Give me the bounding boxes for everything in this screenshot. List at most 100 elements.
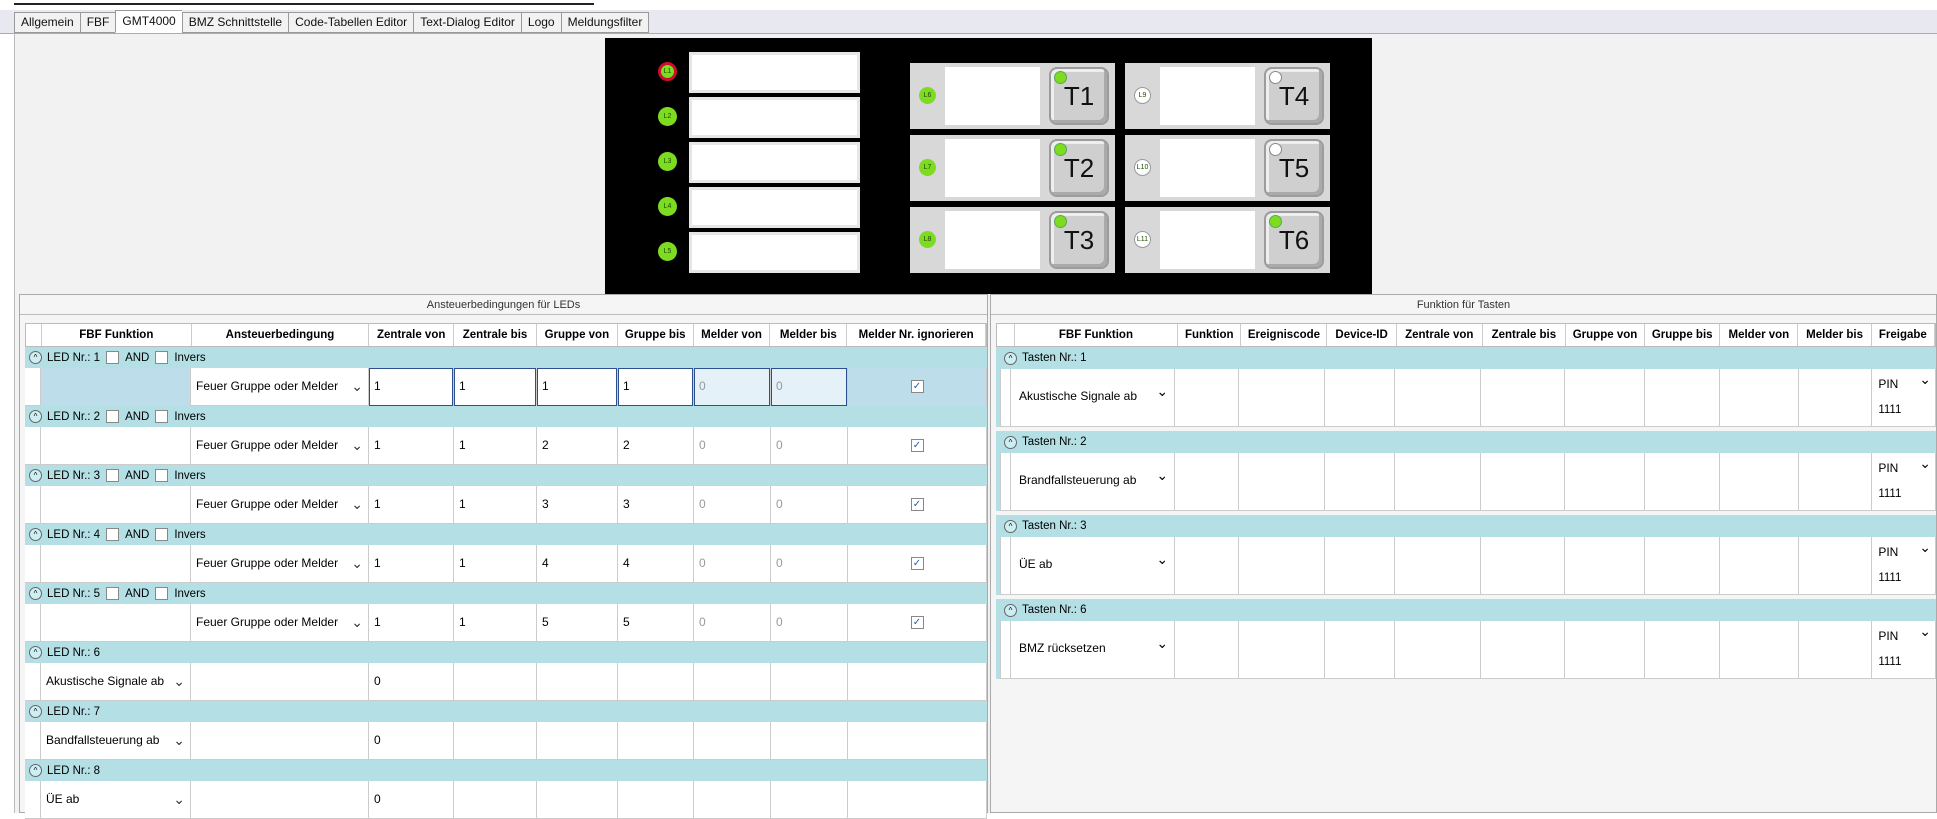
value-field[interactable] (1395, 537, 1482, 595)
freigabe-cell[interactable]: PIN ⌄ 1111 (1872, 537, 1936, 595)
fbf-function-select[interactable] (41, 486, 191, 524)
column-header[interactable]: Ansteuerbedingung (192, 324, 370, 346)
fbf-function-select[interactable] (41, 604, 191, 642)
value-field[interactable] (1481, 369, 1565, 427)
column-header[interactable]: Melder Nr. ignorieren (847, 324, 986, 346)
and-checkbox[interactable] (106, 587, 120, 600)
value-field[interactable] (1175, 621, 1239, 679)
tab-meldungsfilter[interactable]: Meldungsfilter (560, 12, 650, 33)
column-header[interactable]: Gruppe bis (618, 324, 694, 346)
value-field[interactable] (1325, 453, 1395, 511)
column-header[interactable]: Zentrale bis (1483, 324, 1566, 346)
value-field-mb[interactable]: 0 (771, 427, 848, 465)
fbf-function-select[interactable]: Bandfallsteuerung ab ⌄ (41, 722, 191, 760)
tab-logo[interactable]: Logo (520, 12, 561, 33)
value-field-mb[interactable]: 0 (771, 604, 848, 642)
fbf-function-select[interactable]: Brandfallsteuerung ab ⌄ (1011, 453, 1176, 511)
value-field-zb[interactable] (454, 722, 537, 760)
collapse-icon[interactable]: ^ (29, 351, 42, 364)
value-field-zv[interactable]: 0 (369, 663, 454, 701)
value-field[interactable] (1799, 537, 1873, 595)
ignore-melder-checkbox[interactable]: ✓ (910, 498, 924, 512)
ignore-checkbox-cell[interactable] (848, 663, 987, 701)
invers-checkbox[interactable] (155, 528, 169, 541)
column-header[interactable]: Funktion (1178, 324, 1242, 346)
column-header[interactable]: Melder von (694, 324, 771, 346)
fbf-function-select[interactable]: ÜE ab ⌄ (41, 781, 191, 819)
freigabe-select-value[interactable]: PIN (1878, 629, 1898, 643)
value-field-mv[interactable]: 0 (694, 545, 771, 583)
ignore-checkbox-cell[interactable]: ✓ (848, 368, 987, 406)
value-field[interactable] (1325, 621, 1395, 679)
tab-code-tabellen-editor[interactable]: Code-Tabellen Editor (288, 12, 414, 33)
freigabe-cell[interactable]: PIN ⌄ 1111 (1872, 369, 1936, 427)
and-checkbox[interactable] (106, 528, 120, 541)
value-field[interactable] (1565, 453, 1645, 511)
value-field-zb[interactable]: 1 (454, 427, 537, 465)
value-field-zb[interactable]: 1 (454, 486, 537, 524)
value-field[interactable] (1645, 621, 1721, 679)
value-field[interactable] (1481, 453, 1565, 511)
value-field-gb[interactable]: 5 (618, 604, 694, 642)
value-field[interactable] (1175, 369, 1239, 427)
tab-fbf[interactable]: FBF (79, 12, 116, 33)
value-field-gb[interactable] (618, 781, 694, 819)
freigabe-cell[interactable]: PIN ⌄ 1111 (1872, 453, 1936, 511)
value-field[interactable] (1645, 453, 1721, 511)
led-group-header[interactable]: ^ LED Nr.: 4 AND Invers (25, 524, 987, 545)
value-field[interactable] (1395, 621, 1482, 679)
led-group-header[interactable]: ^ LED Nr.: 7 (25, 701, 987, 722)
value-field-gb[interactable] (618, 722, 694, 760)
column-header[interactable]: Freigabe (1872, 324, 1935, 346)
value-field-mb[interactable]: 0 (771, 368, 848, 406)
column-header[interactable]: Zentrale von (369, 324, 455, 346)
condition-select[interactable]: Feuer Gruppe oder Melder ⌄ (191, 545, 369, 583)
value-field[interactable] (1395, 369, 1482, 427)
collapse-icon[interactable]: ^ (29, 410, 42, 423)
condition-select[interactable] (191, 663, 369, 701)
pin-value[interactable]: 1111 (1878, 488, 1901, 500)
value-field-mv[interactable]: 0 (694, 604, 771, 642)
tab-gmt4000[interactable]: GMT4000 (115, 10, 182, 33)
ignore-checkbox-cell[interactable] (848, 722, 987, 760)
value-field-zb[interactable]: 1 (454, 604, 537, 642)
value-field[interactable] (1175, 537, 1239, 595)
condition-select[interactable] (191, 781, 369, 819)
value-field[interactable] (1395, 453, 1482, 511)
value-field-zv[interactable]: 0 (369, 781, 454, 819)
ignore-melder-checkbox[interactable]: ✓ (910, 616, 924, 630)
panel-key-button[interactable]: T3 (1049, 211, 1109, 269)
collapse-icon[interactable]: ^ (29, 469, 42, 482)
collapse-icon[interactable]: ^ (29, 646, 42, 659)
value-field-mb[interactable]: 0 (771, 486, 848, 524)
value-field-mv[interactable] (694, 663, 771, 701)
value-field-mb[interactable]: 0 (771, 545, 848, 583)
column-header[interactable]: Gruppe von (1566, 324, 1646, 346)
and-checkbox[interactable] (106, 410, 120, 423)
column-header[interactable]: Melder bis (1798, 324, 1872, 346)
collapse-icon[interactable]: ^ (1004, 435, 1017, 449)
key-group-header[interactable]: ^ Tasten Nr.: 1 (1000, 347, 1936, 369)
condition-select[interactable]: Feuer Gruppe oder Melder ⌄ (191, 486, 369, 524)
key-group-header[interactable]: ^ Tasten Nr.: 6 (1000, 599, 1936, 621)
panel-key-button[interactable]: T1 (1049, 67, 1109, 125)
column-header[interactable]: Device-ID (1327, 324, 1397, 346)
collapse-icon[interactable]: ^ (29, 705, 42, 718)
collapse-icon[interactable]: ^ (1004, 603, 1017, 617)
value-field-zv[interactable]: 1 (369, 368, 454, 406)
value-field-gv[interactable] (537, 722, 618, 760)
pin-value[interactable]: 1111 (1878, 404, 1901, 416)
value-field[interactable] (1565, 537, 1645, 595)
value-field-mv[interactable]: 0 (694, 427, 771, 465)
invers-checkbox[interactable] (155, 410, 169, 423)
value-field[interactable] (1799, 369, 1873, 427)
value-field[interactable] (1325, 537, 1395, 595)
value-field[interactable] (1720, 453, 1799, 511)
value-field-mb[interactable] (771, 722, 848, 760)
led-group-header[interactable]: ^ LED Nr.: 1 AND Invers (25, 347, 987, 368)
led-group-header[interactable]: ^ LED Nr.: 6 (25, 642, 987, 663)
value-field-mv[interactable] (694, 781, 771, 819)
value-field-mb[interactable] (771, 663, 848, 701)
value-field[interactable] (1325, 369, 1395, 427)
fbf-function-select[interactable]: Akustische Signale ab ⌄ (41, 663, 191, 701)
